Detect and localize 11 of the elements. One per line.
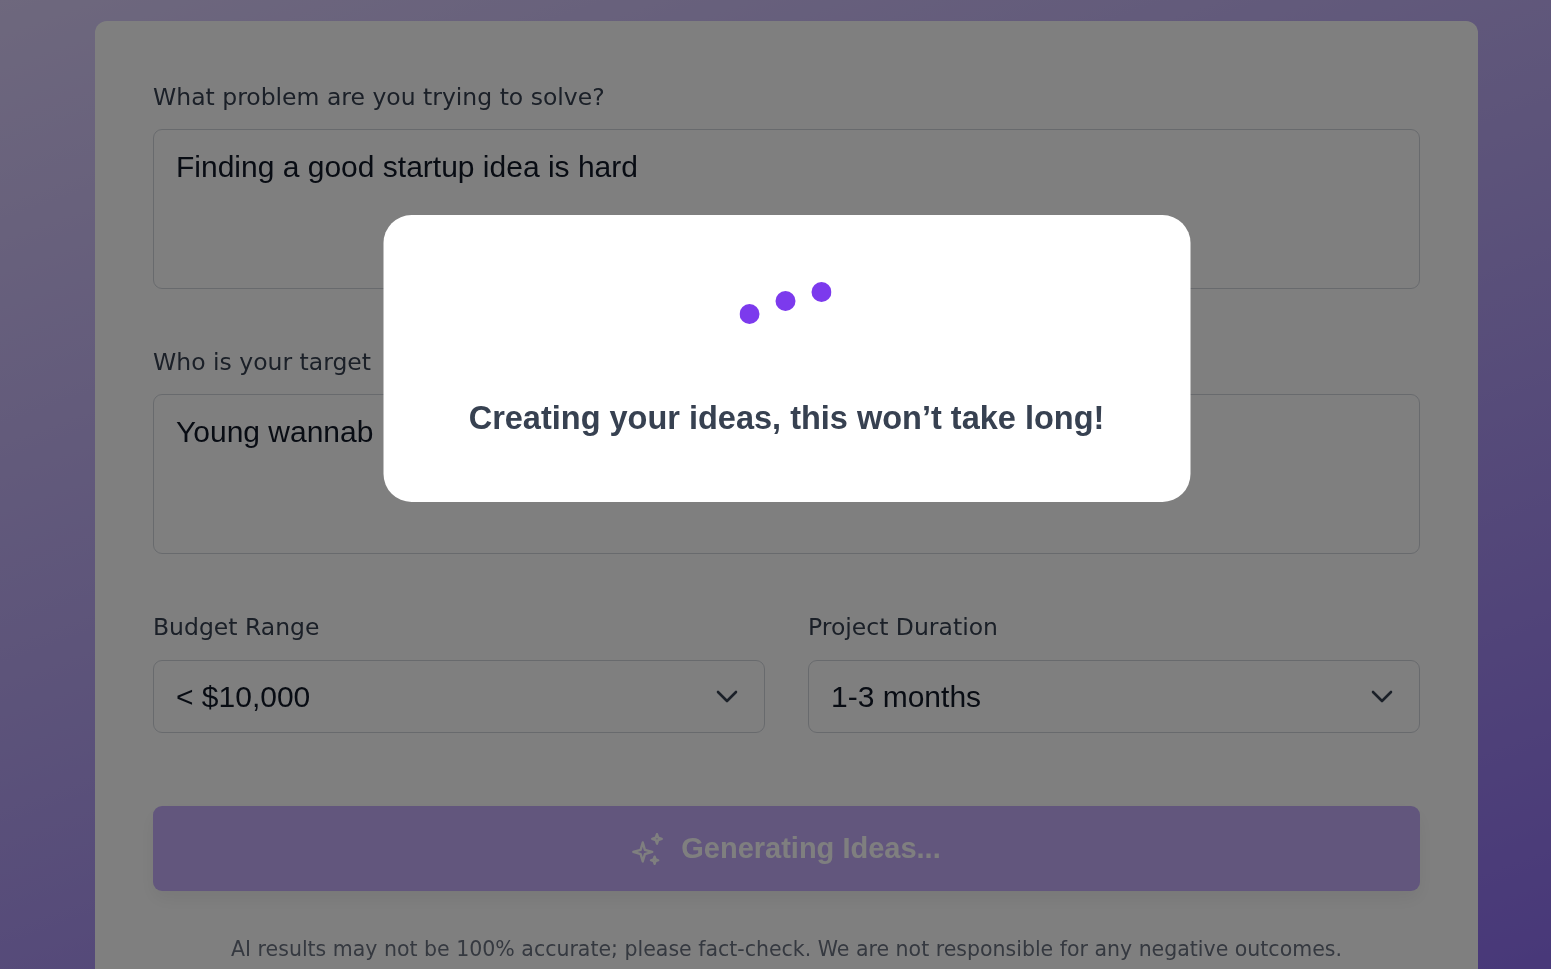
loading-dots-icon (739, 282, 832, 324)
loading-message: Creating your ideas, this won’t take long! (468, 399, 1105, 438)
field-label: Budget Range (153, 612, 320, 643)
field-label: Who is your target (153, 347, 371, 378)
chevron-down-icon (716, 690, 738, 703)
chevron-down-icon (1371, 690, 1393, 703)
dropdown-select[interactable]: 1-3 months (808, 660, 1420, 733)
dropdown-select[interactable]: < $10,000 (153, 660, 765, 733)
field-label: What problem are you trying to solve? (153, 82, 605, 113)
disclaimer-text: AI results may not be 100% accurate; please fact-check. We are not responsible for any negative outcomes. (230, 936, 1343, 963)
field-label: Project Duration (808, 612, 998, 643)
